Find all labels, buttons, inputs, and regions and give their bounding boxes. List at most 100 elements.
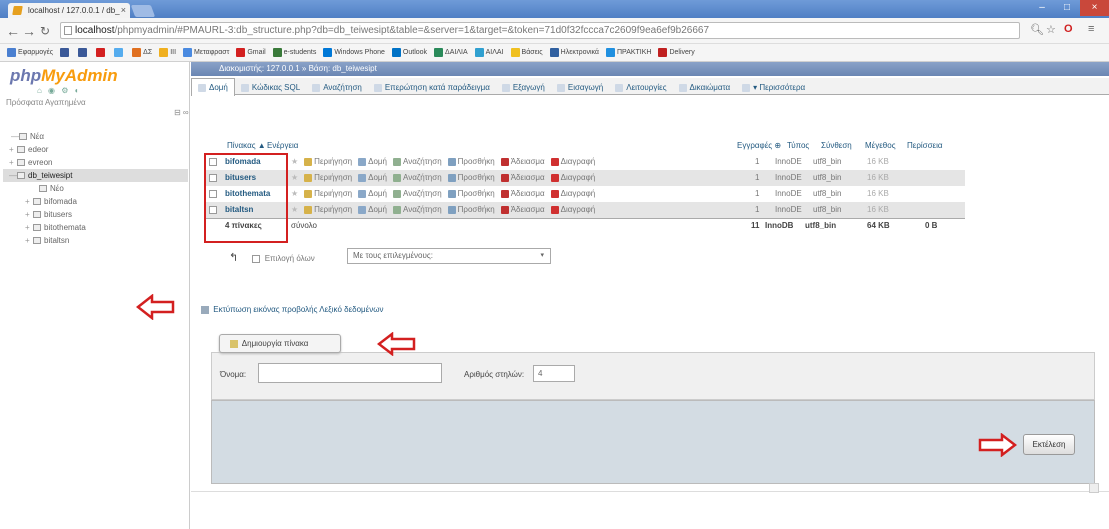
tab-item[interactable]: Επερώτηση κατά παράδειγμα <box>368 79 496 96</box>
action-link[interactable]: Άδειασμα <box>500 154 545 170</box>
columns-count-input[interactable]: 4 <box>533 365 575 382</box>
header-size[interactable]: Μέγεθος <box>865 141 896 150</box>
header-rows[interactable]: Εγγραφές ⊕ <box>737 141 781 150</box>
action-link[interactable]: Προσθήκη <box>447 170 495 186</box>
bookmark-item[interactable]: Εφαρμογές <box>7 44 53 61</box>
print-links-text[interactable]: Εκτύπωση εικόνας προβολής Λεξικό δεδομέν… <box>213 305 383 314</box>
bookmark-item[interactable]: ΑΙΛΑΙ <box>474 44 504 61</box>
tab-item[interactable]: ▾ Περισσότερα <box>736 79 811 96</box>
tree-item[interactable]: + bifomada <box>3 195 188 208</box>
action-link[interactable]: Αναζήτηση <box>393 170 442 186</box>
favorite-star-icon[interactable]: ★ <box>291 202 298 218</box>
tree-item[interactable]: — Νέα <box>3 130 188 143</box>
action-link[interactable]: Προσθήκη <box>447 154 495 170</box>
action-link[interactable]: Δομή <box>358 186 387 202</box>
bookmark-item[interactable] <box>96 44 107 61</box>
tree-item[interactable]: + edeor <box>3 143 188 156</box>
expand-icon[interactable]: + <box>25 208 33 221</box>
tree-item[interactable]: + bitothemata <box>3 221 188 234</box>
tab-item[interactable]: Κώδικας SQL <box>235 79 306 96</box>
table-name-input[interactable] <box>258 363 442 383</box>
new-tab-button[interactable] <box>130 5 156 17</box>
zoom-icon[interactable]: 🔍︎ <box>1030 23 1044 36</box>
recent-favorites[interactable]: Πρόσφατα Αγαπημένα <box>6 98 86 107</box>
header-collation[interactable]: Σύνθεση <box>821 141 852 150</box>
collapse-icon[interactable]: ⊟ ∞ <box>174 108 189 117</box>
favorite-star-icon[interactable]: ★ <box>291 170 298 186</box>
bookmark-item[interactable] <box>114 44 125 61</box>
action-link[interactable]: Δομή <box>358 154 387 170</box>
tree-item[interactable]: Νέο <box>3 182 188 195</box>
bookmark-item[interactable]: ΔΣ <box>132 44 152 61</box>
action-link[interactable]: Διαγραφή <box>550 170 595 186</box>
tree-item[interactable]: — db_teiwesipt <box>3 169 188 182</box>
with-selected-dropdown[interactable]: Με τους επιλεγμένους: ▾ <box>347 248 551 264</box>
opera-icon[interactable]: O <box>1064 23 1073 35</box>
action-link[interactable]: Δομή <box>358 202 387 218</box>
action-link[interactable]: Περιήγηση <box>304 202 352 218</box>
bookmark-item[interactable]: ΙΙΙ <box>159 44 176 61</box>
expand-icon[interactable]: + <box>25 195 33 208</box>
action-link[interactable]: Περιήγηση <box>304 154 352 170</box>
tree-line-icon[interactable]: — <box>11 130 19 143</box>
header-overhead[interactable]: Περίσσεια <box>907 141 943 150</box>
tab-close-icon[interactable]: × <box>121 3 126 18</box>
address-bar[interactable]: localhost/phpmyadmin/#PMAURL-3:db_struct… <box>60 22 1020 39</box>
action-link[interactable]: Περιήγηση <box>304 170 352 186</box>
action-link[interactable]: Προσθήκη <box>447 186 495 202</box>
header-type[interactable]: Τύπος <box>787 141 809 150</box>
header-table[interactable]: Πίνακας ▲ <box>227 141 266 150</box>
bookmark-item[interactable]: Gmail <box>236 44 266 61</box>
action-link[interactable]: Αναζήτηση <box>393 154 442 170</box>
action-link[interactable]: Προσθήκη <box>447 202 495 218</box>
bookmark-item[interactable]: Delivery <box>658 44 695 61</box>
tab-item[interactable]: Δικαιώματα <box>673 79 737 96</box>
action-link[interactable]: Διαγραφή <box>550 154 595 170</box>
phpmyadmin-logo[interactable]: phpMyAdmin <box>10 66 118 86</box>
action-link[interactable]: Αναζήτηση <box>393 202 442 218</box>
print-links[interactable]: Εκτύπωση εικόνας προβολής Λεξικό δεδομέν… <box>201 305 383 314</box>
browser-tab[interactable]: localhost / 127.0.0.1 / db_ × <box>8 3 130 18</box>
expand-icon[interactable]: + <box>9 143 17 156</box>
tree-item[interactable]: + bitusers <box>3 208 188 221</box>
action-link[interactable]: Περιήγηση <box>304 186 352 202</box>
action-link[interactable]: Άδειασμα <box>500 186 545 202</box>
check-all-label[interactable]: Επιλογή όλων <box>265 254 315 263</box>
tree-item[interactable]: + bitaltsn <box>3 234 188 247</box>
tree-item[interactable]: + evreon <box>3 156 188 169</box>
star-icon[interactable]: ☆ <box>1046 23 1056 36</box>
tab-item[interactable]: Λειτουργίες <box>609 79 672 96</box>
action-link[interactable]: Δομή <box>358 170 387 186</box>
action-link[interactable]: Άδειασμα <box>500 170 545 186</box>
back-arrow-icon[interactable]: ← <box>6 23 20 39</box>
bookmark-item[interactable]: Βάσεις <box>510 44 543 61</box>
bookmark-item[interactable]: ΔΑΙΛΙΑ <box>434 44 468 61</box>
bookmark-item[interactable] <box>60 44 71 61</box>
bookmark-item[interactable]: ΠΡΑΚΤΙΚΗ <box>605 44 651 61</box>
tab-item[interactable]: Δομή <box>191 78 235 96</box>
tree-line-icon[interactable]: — <box>9 169 17 182</box>
reload-icon[interactable]: ↻ <box>40 23 50 39</box>
expand-icon[interactable]: + <box>25 234 33 247</box>
forward-arrow-icon[interactable]: → <box>22 23 36 39</box>
bookmark-item[interactable]: Ηλεκτρονικά <box>549 44 599 61</box>
maximize-button[interactable]: □ <box>1056 0 1078 16</box>
favorite-star-icon[interactable]: ★ <box>291 186 298 202</box>
minimize-button[interactable]: – <box>1030 0 1054 16</box>
go-button[interactable]: Εκτέλεση <box>1023 434 1075 455</box>
tab-item[interactable]: Αναζήτηση <box>306 79 368 96</box>
close-window-button[interactable]: × <box>1080 0 1109 16</box>
bookmark-item[interactable]: Windows Phone <box>323 44 385 61</box>
action-link[interactable]: Άδειασμα <box>500 202 545 218</box>
bookmark-item[interactable] <box>78 44 89 61</box>
expand-icon[interactable]: + <box>25 221 33 234</box>
bookmark-item[interactable]: Μεταφραστ <box>183 44 229 61</box>
favorite-star-icon[interactable]: ★ <box>291 154 298 170</box>
tab-item[interactable]: Εισαγωγή <box>551 79 609 96</box>
breadcrumb[interactable]: Διακομιστής: 127.0.0.1 » Βάση: db_teiwes… <box>191 62 1109 76</box>
action-link[interactable]: Αναζήτηση <box>393 186 442 202</box>
bookmark-item[interactable]: e-students <box>272 44 316 61</box>
expand-icon[interactable]: + <box>9 156 17 169</box>
menu-icon[interactable]: ≡ <box>1088 23 1094 35</box>
action-link[interactable]: Διαγραφή <box>550 186 595 202</box>
